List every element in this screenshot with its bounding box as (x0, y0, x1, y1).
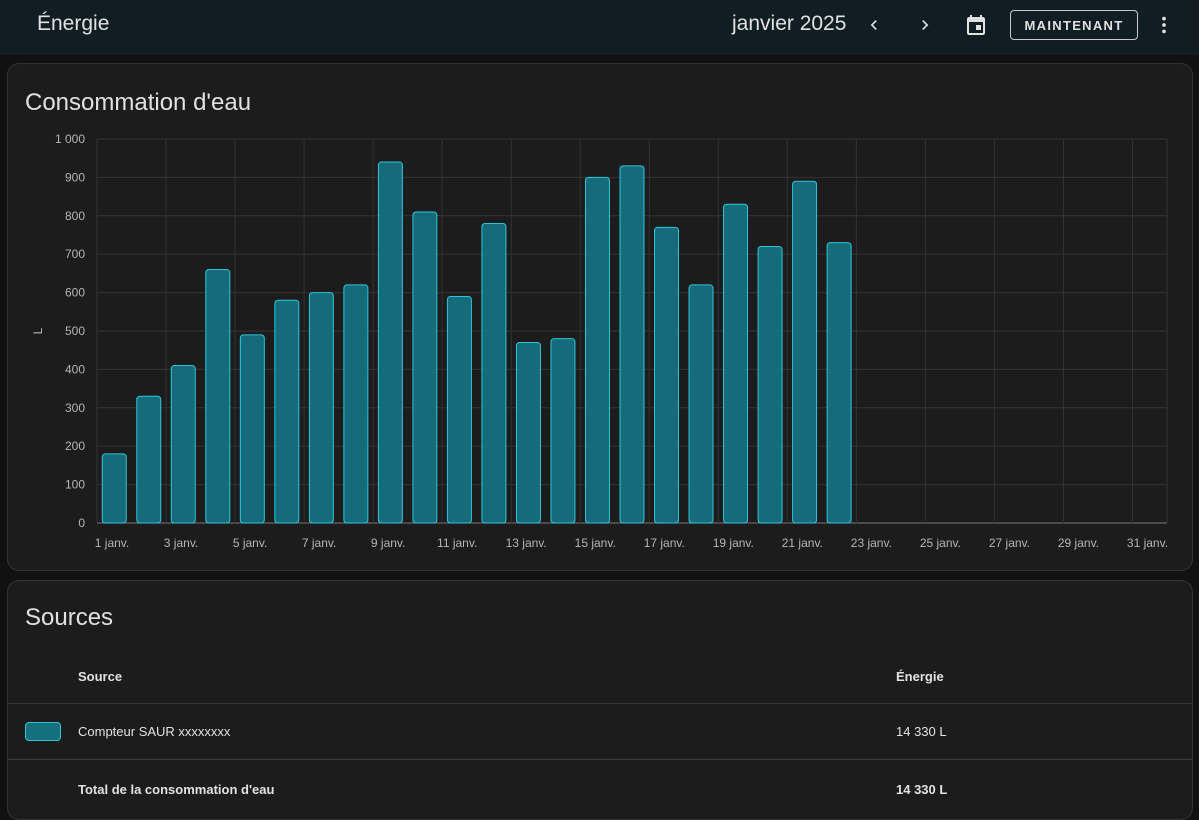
calendar-icon (967, 15, 985, 35)
chart-bar (723, 203, 749, 524)
y-tick-label: 800 (65, 209, 85, 223)
x-tick-label: 9 janv. (371, 536, 405, 550)
y-tick-label: 100 (65, 478, 85, 492)
source-energy: 14 330 L (896, 724, 947, 739)
x-tick-label: 7 janv. (302, 536, 336, 550)
x-tick-label: 17 janv. (644, 536, 685, 550)
x-tick-label: 29 janv. (1058, 536, 1099, 550)
chart-bar (274, 299, 300, 524)
chart-bar (619, 165, 645, 524)
total-value: 14 330 L (896, 781, 948, 797)
chart-bar (757, 246, 783, 524)
x-tick-label: 5 janv. (233, 536, 267, 550)
page-title: Énergie (37, 12, 110, 35)
now-button[interactable]: MAINTENANT (1010, 10, 1138, 40)
chart-bar (446, 295, 472, 524)
y-axis-label: L (31, 327, 45, 334)
y-tick-label: 300 (65, 401, 85, 415)
chart-bar (654, 226, 680, 524)
table-row: Compteur SAUR xxxxxxxx 14 330 L (8, 704, 1192, 760)
sources-card: Sources Source Énergie Compteur SAUR xxx… (7, 580, 1193, 820)
chart-bar (792, 180, 818, 524)
chart-bar (481, 222, 507, 524)
x-tick-label: 21 janv. (782, 536, 823, 550)
column-header-source: Source (78, 668, 123, 684)
chart-bar (101, 453, 127, 524)
y-tick-label: 500 (65, 324, 85, 338)
x-tick-label: 27 janv. (989, 536, 1030, 550)
table-total-row: Total de la consommation d'eau 14 330 L (8, 761, 1192, 817)
top-app-bar: Énergie janvier 2025 MAINTENANT (0, 0, 1199, 55)
sources-card-title: Sources (25, 604, 114, 631)
next-period-button[interactable] (908, 10, 942, 40)
water-consumption-card: Consommation d'eau 0 100 200 300 400 500 600 70… (7, 63, 1193, 571)
y-tick-label: 700 (65, 247, 85, 261)
x-tick-label: 25 janv. (920, 536, 961, 550)
total-label: Total de la consommation d'eau (78, 781, 275, 797)
chevron-left-icon (870, 20, 877, 30)
chart-bar (377, 161, 403, 524)
water-consumption-chart: 0 100 200 300 400 500 600 700 800 900 1 000 1 janv.… (31, 132, 1168, 550)
previous-period-button[interactable] (857, 10, 891, 40)
more-vert-icon (1162, 16, 1166, 34)
chart-bar (308, 292, 334, 524)
x-tick-label: 31 janv. (1127, 536, 1168, 550)
chart-bar (826, 242, 852, 524)
source-color-swatch (25, 722, 61, 741)
x-tick-label: 3 janv. (164, 536, 198, 550)
chart-bar (584, 176, 610, 524)
x-tick-label: 15 janv. (575, 536, 616, 550)
source-name: Compteur SAUR xxxxxxxx (78, 724, 231, 739)
calendar-button[interactable] (959, 10, 993, 40)
chart-bar (515, 342, 541, 524)
x-tick-label: 11 janv. (437, 536, 477, 550)
y-tick-label: 600 (65, 286, 85, 300)
chart-bar (550, 338, 576, 524)
y-tick-label: 1 000 (55, 132, 85, 146)
chart-bar (136, 395, 162, 524)
x-tick-label: 1 janv. (95, 536, 129, 550)
sources-table-header: Source Énergie (8, 649, 1192, 704)
chart-bar (170, 365, 196, 524)
y-tick-label: 0 (78, 516, 85, 530)
chart-bar (205, 269, 231, 524)
chevron-right-icon (922, 20, 929, 30)
chart-bar (239, 334, 265, 524)
x-tick-label: 13 janv. (506, 536, 547, 550)
period-label: janvier 2025 (732, 12, 847, 35)
x-tick-label: 19 janv. (713, 536, 754, 550)
chart-bar (412, 211, 438, 524)
y-tick-label: 200 (65, 439, 85, 453)
y-tick-label: 900 (65, 170, 85, 184)
chart-bar (688, 284, 714, 524)
column-header-energy: Énergie (896, 668, 944, 684)
y-tick-label: 400 (65, 362, 85, 376)
more-options-button[interactable] (1147, 10, 1181, 40)
x-tick-label: 23 janv. (851, 536, 892, 550)
chart-bar (343, 284, 369, 524)
